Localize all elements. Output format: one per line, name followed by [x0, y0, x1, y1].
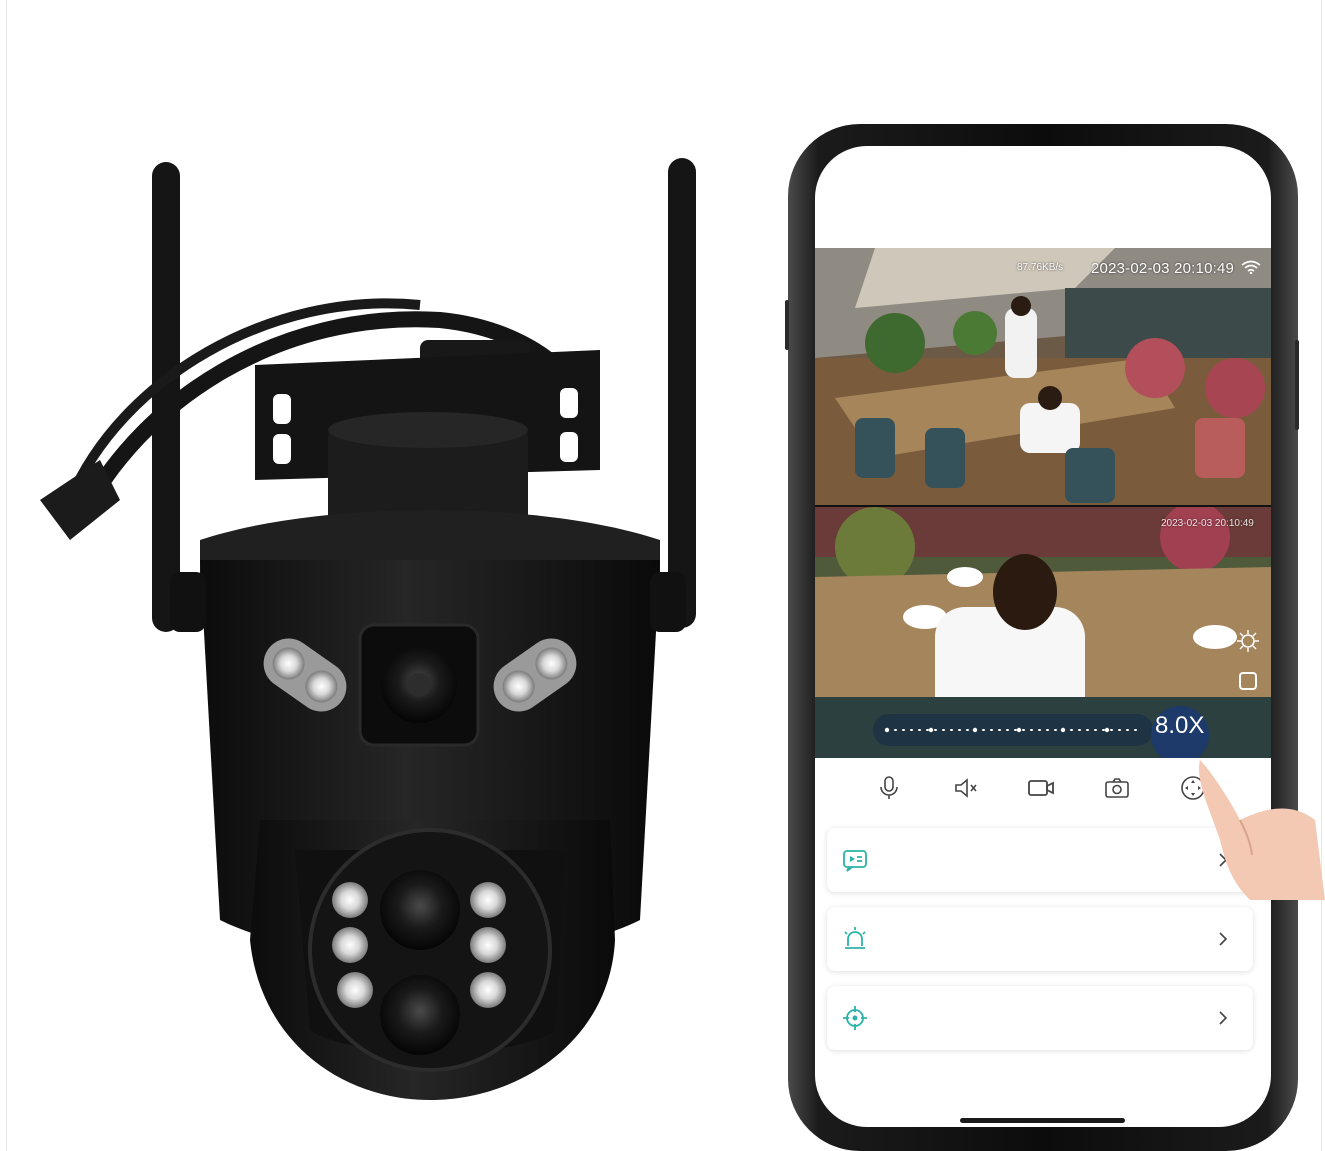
snapshot-icon[interactable] — [1103, 774, 1131, 802]
wide-angle-camera-feed — [815, 248, 1271, 505]
chevron-right-icon — [1219, 932, 1228, 946]
mute-icon[interactable] — [952, 774, 980, 802]
zoom-slider-ticks — [884, 727, 1140, 733]
home-indicator — [960, 1118, 1125, 1123]
wifi-signal-icon — [1241, 260, 1261, 274]
bitrate-readout: 87.76KB/s — [1017, 262, 1064, 273]
chevron-right-icon — [1219, 1011, 1228, 1025]
dual-lens-ptz-camera-image — [40, 158, 696, 1100]
phone-screen: 87.76KB/s 2023-02-03 20:10:49 2023-02-03… — [815, 146, 1271, 1127]
alarm-icon — [844, 927, 866, 949]
timestamp-overlay: 2023-02-03 20:10:49 — [1091, 260, 1235, 277]
microphone-icon[interactable] — [875, 774, 903, 802]
pointing-hand-image — [1199, 760, 1325, 900]
right-antenna — [668, 158, 696, 628]
playback-icon — [843, 850, 867, 872]
menu-item-alarm[interactable] — [827, 907, 1253, 971]
zoom-level-label: 8.0X — [1155, 712, 1205, 739]
night-vision-icon[interactable] — [1235, 628, 1261, 654]
live-video-view[interactable]: 87.76KB/s 2023-02-03 20:10:49 2023-02-03… — [815, 248, 1271, 758]
fullscreen-icon[interactable] — [1235, 668, 1261, 694]
phone-side-button — [1295, 340, 1299, 430]
phone-volume-button — [785, 300, 789, 350]
preset-position-icon — [843, 1006, 867, 1030]
menu-item-preset-position[interactable] — [827, 986, 1253, 1050]
zoom-slider[interactable] — [873, 714, 1153, 746]
secondary-timestamp-overlay: 2023-02-03 20:10:49 — [1161, 518, 1254, 529]
record-icon[interactable] — [1027, 774, 1055, 802]
